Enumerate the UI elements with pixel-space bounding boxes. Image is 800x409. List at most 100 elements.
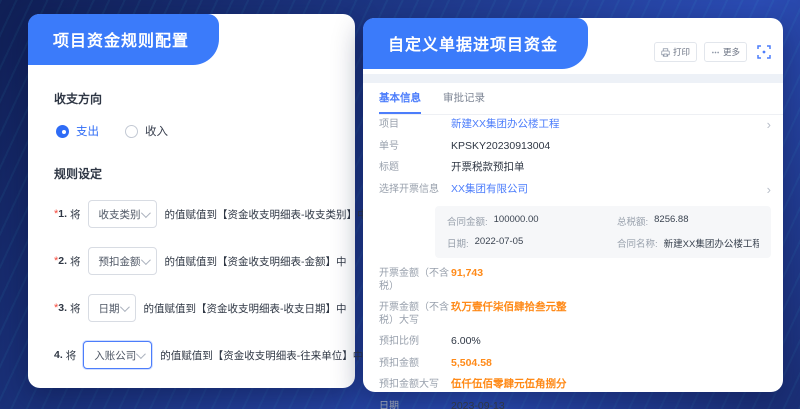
rule-1-field-select[interactable]: 收支类别 (88, 200, 157, 228)
radio-expense-label: 支出 (76, 123, 99, 139)
rule-row-3: * 3. 将 日期 的值赋值到【资金收支明细表-收支日期】中 (54, 294, 341, 322)
rule-1-field-value: 收支类别 (99, 207, 141, 222)
withhold-ratio-value: 6.00% (451, 335, 771, 348)
field-label: 开票金额（不含税）大写 (379, 301, 451, 327)
rule-row-1: * 1. 将 收支类别 的值赋值到【资金收支明细表-收支类别】中 (54, 200, 341, 228)
contract-date: 日期: 2022-07-05 (447, 236, 617, 250)
chevron-down-icon (141, 208, 151, 218)
rule-number: 3. (58, 302, 67, 314)
rule-3-field-select[interactable]: 日期 (88, 294, 136, 322)
direction-radio-group: 支出 收入 (56, 123, 341, 139)
radio-unselected-icon (125, 125, 138, 138)
field-row-withhold-amount-caps: 预扣金额大写 伍仟伍佰零肆元伍角捌分 (379, 378, 771, 392)
field-row-invoice-amount: 开票金额（不含税） 91,743 (379, 267, 771, 293)
tab-approval-record[interactable]: 审批记录 (443, 90, 485, 114)
print-button[interactable]: 打印 (654, 42, 697, 62)
withhold-amount-value: 5,504.58 (451, 357, 771, 370)
field-row-withhold-amount: 预扣金额 5,504.58 (379, 357, 771, 371)
rule-number: 1. (58, 208, 67, 220)
contract-tax-label: 总税额: (617, 214, 648, 228)
field-label: 日期 (379, 400, 451, 409)
withhold-amount-caps-value: 伍仟伍佰零肆元伍角捌分 (451, 378, 771, 391)
more-button[interactable]: 更多 (704, 42, 747, 62)
rule-4-field-value: 入账公司 (94, 348, 136, 363)
chevron-down-icon (136, 349, 146, 359)
printer-icon (661, 48, 670, 57)
rule-prefix: 将 (66, 348, 77, 363)
print-button-label: 打印 (673, 46, 690, 58)
chevron-down-icon (141, 255, 151, 265)
contract-tax-value: 8256.88 (654, 214, 688, 228)
rule-prefix: 将 (70, 254, 81, 269)
field-label: 预扣金额 (379, 357, 451, 371)
field-label: 单号 (379, 140, 451, 154)
project-link[interactable]: 新建XX集团办公楼工程 (451, 118, 761, 131)
document-tabs: 基本信息 审批记录 (379, 90, 783, 115)
rule-row-2: * 2. 将 预扣金额 的值赋值到【资金收支明细表-金额】中 (54, 247, 341, 275)
contract-name-label: 合同名称: (617, 236, 658, 250)
radio-income-label: 收入 (145, 123, 168, 139)
right-panel-title: 自定义单据进项目资金 (363, 18, 588, 69)
rule-2-field-select[interactable]: 预扣金额 (88, 247, 157, 275)
doc-title-value: 开票税款预扣单 (451, 161, 771, 174)
more-button-label: 更多 (723, 46, 740, 58)
contract-amount-value: 100000.00 (494, 214, 539, 228)
contract-date-label: 日期: (447, 236, 469, 250)
rule-number: 2. (58, 255, 67, 267)
rule-number: 4. (54, 349, 63, 361)
contract-amount-label: 合同金额: (447, 214, 488, 228)
field-label: 项目 (379, 118, 451, 132)
radio-income[interactable]: 收入 (125, 123, 168, 139)
field-label: 标题 (379, 161, 451, 175)
radio-selected-icon (56, 125, 69, 138)
field-row-invoice-amount-caps: 开票金额（不含税）大写 玖万壹仟柒佰肆拾叁元整 (379, 301, 771, 327)
rule-suffix: 的值赋值到【资金收支明细表-收支类别】中 (165, 207, 368, 222)
field-label: 开票金额（不含税） (379, 267, 451, 293)
fullscreen-icon (757, 45, 771, 59)
field-label: 选择开票信息 (379, 183, 451, 197)
rule-prefix: 将 (70, 207, 81, 222)
chevron-right-icon[interactable]: › (761, 118, 771, 131)
fullscreen-button[interactable] (757, 45, 771, 59)
rule-row-4: 4. 将 入账公司 的值赋值到【资金收支明细表-往来单位】中 (54, 341, 341, 369)
field-row-invoice-info: 选择开票信息 XX集团有限公司 › (379, 183, 771, 197)
field-row-doc-number: 单号 KPSKY20230913004 (379, 140, 771, 154)
rules-list: * 1. 将 收支类别 的值赋值到【资金收支明细表-收支类别】中 * 2. 将 … (54, 200, 341, 369)
rule-config-panel: 项目资金规则配置 收支方向 支出 收入 规则设定 * 1. 将 收支类别 (28, 14, 355, 388)
chevron-right-icon[interactable]: › (761, 183, 771, 196)
header-divider-strip (363, 74, 783, 83)
rule-suffix: 的值赋值到【资金收支明细表-往来单位】中 (160, 348, 363, 363)
rule-prefix: 将 (70, 301, 81, 316)
left-panel-title: 项目资金规则配置 (28, 14, 219, 65)
rules-section-label: 规则设定 (54, 165, 341, 182)
radio-expense[interactable]: 支出 (56, 123, 99, 139)
date-value: 2023-09-13 (451, 400, 771, 409)
document-panel: 自定义单据进项目资金 打印 更多 基本信息 审批记录 项目 新建XX集团办公楼工… (363, 18, 783, 392)
contract-date-value: 2022-07-05 (475, 236, 524, 250)
rule-suffix: 的值赋值到【资金收支明细表-收支日期】中 (144, 301, 347, 316)
chevron-down-icon (120, 302, 130, 312)
field-label: 预扣比例 (379, 335, 451, 349)
doc-number-value: KPSKY20230913004 (451, 140, 771, 153)
document-form: 项目 新建XX集团办公楼工程 › 单号 KPSKY20230913004 标题 … (379, 118, 771, 409)
direction-section-label: 收支方向 (54, 90, 341, 107)
invoice-amount-caps-value: 玖万壹仟柒佰肆拾叁元整 (451, 301, 771, 314)
more-dots-icon (711, 48, 720, 57)
invoice-amount-value: 91,743 (451, 267, 771, 280)
contract-name: 合同名称: 新建XX集团办公楼工程施工总承包合同 (617, 236, 759, 250)
contract-amount: 合同金额: 100000.00 (447, 214, 617, 228)
invoice-company-link[interactable]: XX集团有限公司 (451, 183, 761, 196)
document-toolbar: 打印 更多 (654, 42, 771, 62)
rule-2-field-value: 预扣金额 (99, 254, 141, 269)
field-row-title: 标题 开票税款预扣单 (379, 161, 771, 175)
field-row-date: 日期 2023-09-13 (379, 400, 771, 409)
contract-info-box: 合同金额: 100000.00 总税额: 8256.88 日期: 2022-07… (435, 206, 771, 258)
field-label: 预扣金额大写 (379, 378, 451, 392)
rule-suffix: 的值赋值到【资金收支明细表-金额】中 (165, 254, 347, 269)
contract-name-value: 新建XX集团办公楼工程施工总承包合同 (664, 236, 759, 250)
field-row-withhold-ratio: 预扣比例 6.00% (379, 335, 771, 349)
rule-4-field-select[interactable]: 入账公司 (83, 341, 152, 369)
contract-tax: 总税额: 8256.88 (617, 214, 759, 228)
field-row-project: 项目 新建XX集团办公楼工程 › (379, 118, 771, 132)
tab-basic-info[interactable]: 基本信息 (379, 90, 421, 114)
